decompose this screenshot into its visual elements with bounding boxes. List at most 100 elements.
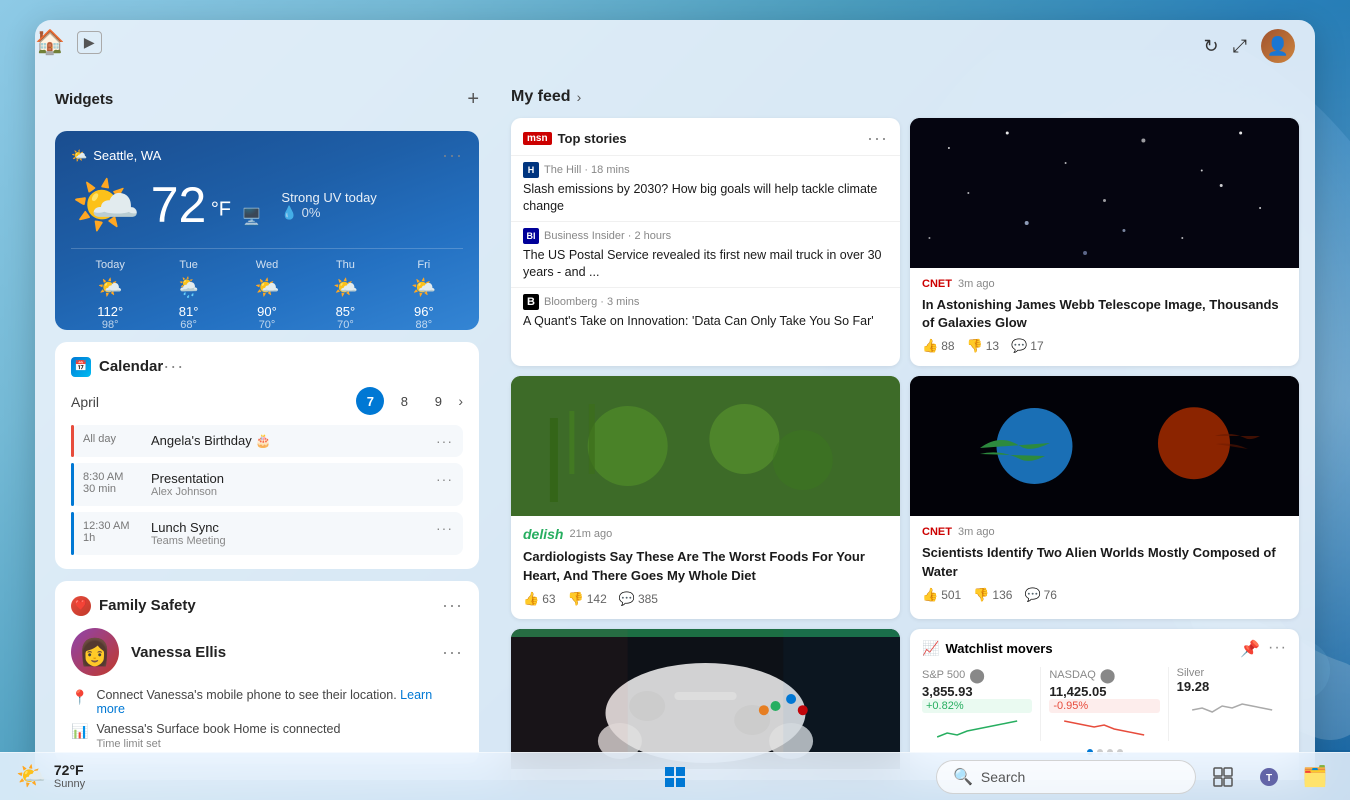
- family-safety-more-button[interactable]: ···: [442, 595, 463, 616]
- calendar-more-button[interactable]: ···: [163, 356, 184, 377]
- search-label: Search: [981, 769, 1025, 785]
- event-time-presentation: 8:30 AM 30 min: [83, 471, 141, 495]
- watchlist-stocks: S&P 500 ⬤ 3,855.93 +0.82%: [922, 667, 1287, 741]
- delish-comment[interactable]: 💬 385: [619, 591, 658, 607]
- event-more-birthday[interactable]: ···: [436, 433, 453, 449]
- panel-header: 🏠 ▶ ↻ ⤢ 👤: [35, 20, 1315, 72]
- cnet-planets-headline: Scientists Identify Two Alien Worlds Mos…: [922, 544, 1287, 580]
- taskbar-center: [653, 755, 697, 799]
- home-icon[interactable]: 🏠: [35, 28, 65, 57]
- video-icon[interactable]: ▶: [77, 31, 102, 54]
- family-item-location: 📍 Connect Vanessa's mobile phone to see …: [71, 688, 463, 716]
- planets-comment[interactable]: 💬 76: [1024, 587, 1057, 603]
- chat-button[interactable]: T: [1250, 758, 1288, 796]
- calendar-event-presentation[interactable]: 8:30 AM 30 min Presentation Alex Johnson…: [71, 463, 463, 506]
- watchlist-pin-icon[interactable]: 📌: [1240, 639, 1260, 659]
- task-view-button[interactable]: [1204, 758, 1242, 796]
- search-bar[interactable]: 🔍 Search: [936, 760, 1196, 794]
- forecast-fri: Fri 🌤️ 96° 88°: [385, 259, 463, 330]
- location-text: Seattle, WA: [93, 148, 161, 163]
- event-details-birthday: Angela's Birthday 🎂: [151, 433, 272, 449]
- calendar-day-8[interactable]: 8: [390, 387, 418, 415]
- cnet-galaxies-headline: In Astonishing James Webb Telescope Imag…: [922, 296, 1287, 332]
- taskbar: 🌤️ 72°F Sunny 🔍 Search: [0, 752, 1350, 800]
- top-stories-label: msn Top stories: [523, 131, 627, 146]
- like-action[interactable]: 👍 88: [922, 338, 955, 354]
- top-stories-more-button[interactable]: ···: [867, 128, 888, 149]
- story-item-bi[interactable]: BI Business Insider · 2 hours The US Pos…: [511, 221, 900, 287]
- event-details-lunch: Lunch Sync Teams Meeting: [151, 520, 226, 547]
- family-safety-icon: ❤️: [71, 596, 91, 616]
- forecast-tue: Tue 🌦️ 81° 68°: [149, 259, 227, 330]
- watchlist-more-button[interactable]: ···: [1268, 639, 1287, 659]
- planets-dislike[interactable]: 👎 136: [973, 587, 1012, 603]
- event-more-presentation[interactable]: ···: [436, 471, 453, 487]
- learn-more-link[interactable]: Learn more: [96, 688, 432, 716]
- planets-like[interactable]: 👍 501: [922, 587, 961, 603]
- cnet-label: CNET: [922, 278, 952, 290]
- calendar-events: All day Angela's Birthday 🎂 ··· 8:30 AM …: [71, 425, 463, 555]
- feed-header: My feed ›: [511, 84, 1299, 106]
- weather-desc: Strong UV today: [281, 190, 376, 205]
- weather-temp-display: 72 °F 🖥️: [151, 176, 262, 234]
- delish-food-actions: 👍 63 👎 142 💬 385: [523, 591, 888, 607]
- cnet-planets-label: CNET: [922, 526, 952, 538]
- comment-action[interactable]: 💬 17: [1011, 338, 1044, 354]
- calendar-header: 📅 Calendar ···: [71, 356, 463, 377]
- calendar-day-9[interactable]: 9: [424, 387, 452, 415]
- calendar-icon: 📅: [71, 357, 91, 377]
- story-item-bloomberg[interactable]: B Bloomberg · 3 mins A Quant's Take on I…: [511, 287, 900, 336]
- stock-nasdaq: NASDAQ ⬤ 11,425.05 -0.95%: [1049, 667, 1159, 741]
- taskbar-left: 🌤️ 72°F Sunny: [16, 762, 85, 792]
- bloomberg-icon: B: [523, 294, 539, 310]
- dislike-action[interactable]: 👎 13: [967, 338, 1000, 354]
- nasdaq-chart: [1049, 717, 1159, 741]
- galaxies-image: [910, 118, 1299, 268]
- chart-icon: 📈: [922, 640, 939, 657]
- delish-dislike[interactable]: 👎 142: [568, 591, 607, 607]
- top-stories-card[interactable]: msn Top stories ··· H The Hill · 18 mins…: [511, 118, 900, 366]
- calendar-title-row: 📅 Calendar: [71, 357, 163, 377]
- like-icon: 👍: [922, 338, 938, 354]
- cnet-planets-time: 3m ago: [958, 526, 995, 538]
- forecast-thu: Thu 🌤️ 85° 70°: [306, 259, 384, 330]
- cnet-time: 3m ago: [958, 278, 995, 290]
- calendar-day-7[interactable]: 7: [356, 387, 384, 415]
- delish-dislike-icon: 👎: [568, 591, 584, 607]
- delish-food-card[interactable]: delish 21m ago Cardiologists Say These A…: [511, 376, 900, 618]
- weather-info: Strong UV today 💧0%: [281, 190, 376, 221]
- widgets-section-header: Widgets +: [55, 88, 479, 111]
- story-item-thehill[interactable]: H The Hill · 18 mins Slash emissions by …: [511, 155, 900, 221]
- weather-widget[interactable]: 🌤️ Seattle, WA ··· 🌤️ 72 °F 🖥️ Strong UV…: [55, 131, 479, 330]
- story-source-bloomberg: B Bloomberg · 3 mins: [523, 294, 888, 310]
- right-column: My feed › msn Top stories ··· H The Hill: [495, 72, 1315, 780]
- feed-grid: msn Top stories ··· H The Hill · 18 mins…: [511, 118, 1299, 780]
- file-explorer-button[interactable]: 🗂️: [1296, 758, 1334, 796]
- family-person-more[interactable]: ···: [442, 642, 463, 663]
- event-time-lunch: 12:30 AM 1h: [83, 520, 141, 544]
- cnet-planets-card[interactable]: CNET 3m ago Scientists Identify Two Alie…: [910, 376, 1299, 618]
- calendar-event-birthday[interactable]: All day Angela's Birthday 🎂 ···: [71, 425, 463, 457]
- taskbar-weather[interactable]: 🌤️ 72°F Sunny: [16, 762, 85, 792]
- sp500-chart: [922, 717, 1032, 741]
- calendar-date-row: April 7 8 9 ›: [71, 387, 463, 415]
- delish-comment-icon: 💬: [619, 591, 635, 607]
- weather-location: 🌤️ Seattle, WA ···: [71, 145, 463, 166]
- calendar-chevron[interactable]: ›: [458, 393, 463, 409]
- food-image: [511, 376, 900, 516]
- event-more-lunch[interactable]: ···: [436, 520, 453, 536]
- event-time-allday: All day: [83, 433, 141, 445]
- location-icon: 🌤️: [71, 148, 87, 164]
- cnet-galaxies-card[interactable]: CNET 3m ago In Astonishing James Webb Te…: [910, 118, 1299, 366]
- calendar-event-lunch[interactable]: 12:30 AM 1h Lunch Sync Teams Meeting ···: [71, 512, 463, 555]
- chat-icon: T: [1258, 766, 1280, 788]
- cnet-source-row: CNET 3m ago: [922, 278, 1287, 290]
- weather-more-button[interactable]: ···: [442, 145, 463, 166]
- feed-chevron[interactable]: ›: [577, 89, 582, 105]
- weather-unit: °F: [211, 199, 231, 221]
- delish-like[interactable]: 👍 63: [523, 591, 556, 607]
- add-widget-button[interactable]: +: [467, 88, 479, 111]
- weather-forecast: Today 🌤️ 112° 98° Tue 🌦️ 81° 68° Wed 🌤️ …: [71, 248, 463, 330]
- windows-start-button[interactable]: [653, 755, 697, 799]
- gaming-image: [511, 629, 900, 769]
